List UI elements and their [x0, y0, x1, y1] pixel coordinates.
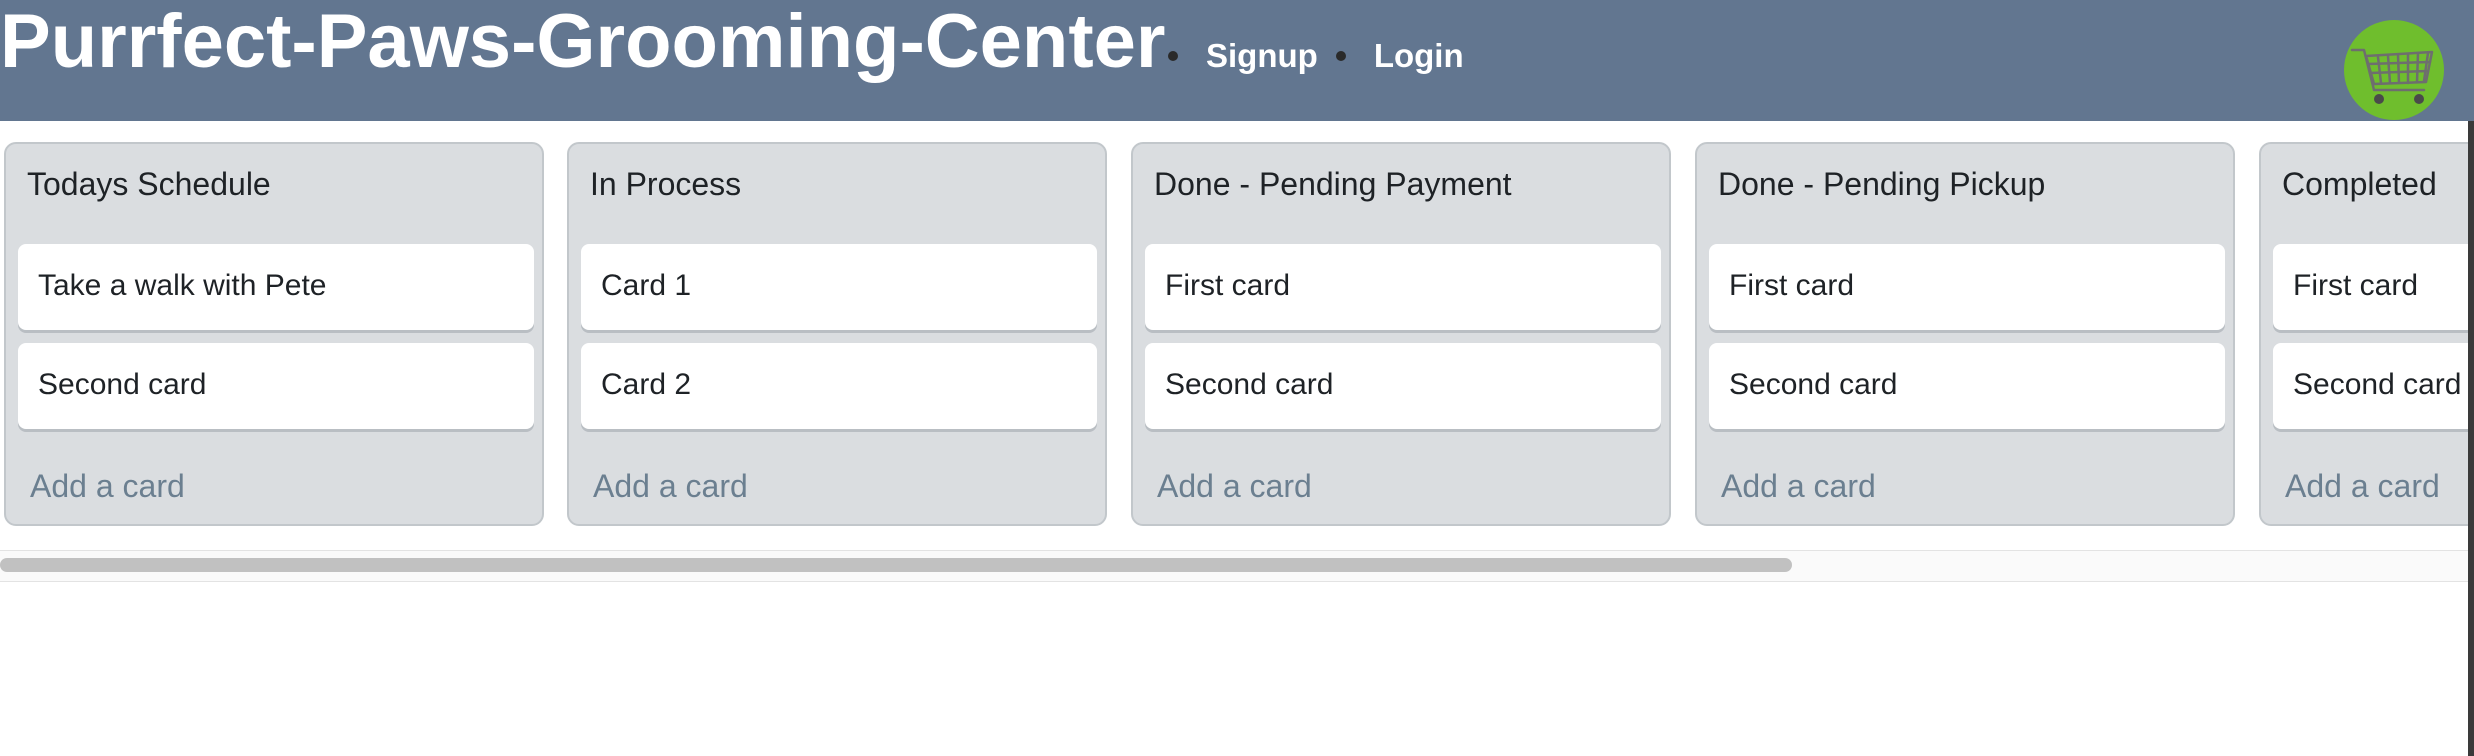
list-done-pending-pickup: Done - Pending Pickup First card Second …	[1695, 142, 2235, 526]
site-title[interactable]: Purrfect-Paws-Grooming-Center	[0, 2, 1166, 82]
horizontal-scrollbar[interactable]	[0, 550, 2474, 582]
card-text: Second card	[1729, 368, 1898, 401]
list-card[interactable]: First card	[1145, 244, 1661, 330]
scrollbar-thumb[interactable]	[0, 558, 1792, 572]
bullet-icon	[1168, 51, 1178, 61]
list-in-process: In Process Card 1 Card 2 Add a card	[567, 142, 1107, 526]
card-text: Take a walk with Pete	[38, 269, 327, 302]
site-header: Purrfect-Paws-Grooming-Center Signup Log…	[0, 0, 2474, 121]
card-text: Second card	[2293, 368, 2462, 401]
nav-menu: Signup Login	[1168, 34, 1464, 78]
nav-signup-link[interactable]: Signup	[1168, 37, 1318, 75]
list-title[interactable]: Done - Pending Pickup	[1718, 166, 2045, 203]
add-card-button[interactable]: Add a card	[1721, 468, 1876, 505]
card-text: Second card	[38, 368, 207, 401]
list-title[interactable]: Todays Schedule	[27, 166, 271, 203]
card-text: First card	[1165, 269, 1291, 302]
add-card-button[interactable]: Add a card	[2285, 468, 2440, 505]
board: Todays Schedule Take a walk with Pete Se…	[0, 142, 2474, 530]
list-title[interactable]: In Process	[590, 166, 741, 203]
list-card[interactable]: Second card	[18, 343, 534, 429]
list-title[interactable]: Done - Pending Payment	[1154, 166, 1512, 203]
list-card[interactable]: Card 2	[581, 343, 1097, 429]
card-text: First card	[1729, 269, 1855, 302]
nav-login-link[interactable]: Login	[1335, 37, 1464, 75]
card-text: Card 2	[601, 368, 692, 401]
list-card[interactable]: Take a walk with Pete	[18, 244, 534, 330]
card-text: Card 1	[601, 269, 692, 302]
add-card-button[interactable]: Add a card	[30, 468, 185, 505]
list-card[interactable]: First card	[1709, 244, 2225, 330]
add-card-button[interactable]: Add a card	[1157, 468, 1312, 505]
list-title[interactable]: Completed	[2282, 166, 2437, 203]
list-card[interactable]: Card 1	[581, 244, 1097, 330]
list-card[interactable]: Second card	[1145, 343, 1661, 429]
window-edge	[2468, 121, 2474, 756]
add-card-button[interactable]: Add a card	[593, 468, 748, 505]
nav-signup-label: Signup	[1206, 37, 1318, 74]
list-todays-schedule: Todays Schedule Take a walk with Pete Se…	[4, 142, 544, 526]
bullet-icon	[1335, 51, 1346, 61]
shopping-cart-button[interactable]	[2344, 20, 2444, 120]
list-card[interactable]: Second card	[2273, 343, 2474, 429]
list-card[interactable]: First card	[2273, 244, 2474, 330]
list-completed: Completed First card Second card Add a c…	[2259, 142, 2474, 526]
list-done-pending-payment: Done - Pending Payment First card Second…	[1131, 142, 1671, 526]
shopping-cart-icon	[2350, 48, 2434, 104]
nav-login-label: Login	[1373, 37, 1464, 74]
card-text: Second card	[1165, 368, 1334, 401]
card-text: First card	[2293, 269, 2419, 302]
list-card[interactable]: Second card	[1709, 343, 2225, 429]
